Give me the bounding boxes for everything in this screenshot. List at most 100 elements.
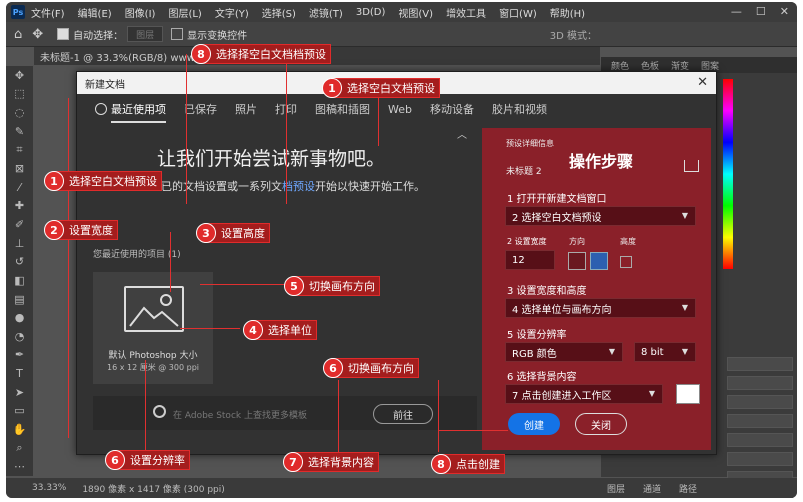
tab-color[interactable]: 颜色 bbox=[611, 59, 629, 72]
menu-3d[interactable]: 3D(D) bbox=[356, 7, 386, 18]
healing-icon[interactable]: ✚ bbox=[12, 198, 27, 213]
menu-view[interactable]: 视图(V) bbox=[398, 5, 433, 20]
marquee-icon[interactable]: ⬚ bbox=[12, 87, 27, 102]
close-button[interactable]: 关闭 bbox=[575, 413, 627, 435]
create-button[interactable]: 创建 bbox=[508, 413, 560, 435]
tab-patterns[interactable]: 图案 bbox=[701, 59, 719, 72]
tab-gradients[interactable]: 渐变 bbox=[671, 59, 689, 72]
portrait-orientation-icon[interactable] bbox=[568, 252, 586, 270]
photoshop-logo-icon: Ps bbox=[11, 5, 25, 19]
property-row[interactable] bbox=[727, 433, 793, 447]
lasso-icon[interactable]: ◌ bbox=[12, 105, 27, 120]
eraser-icon[interactable]: ◧ bbox=[12, 273, 27, 288]
menu-help[interactable]: 帮助(H) bbox=[550, 5, 585, 20]
menu-edit[interactable]: 编辑(E) bbox=[78, 5, 112, 20]
property-row[interactable] bbox=[727, 452, 793, 466]
3d-mode-label: 3D 模式： bbox=[549, 30, 597, 42]
chevron-down-icon: ▼ bbox=[608, 347, 615, 356]
move-icon[interactable]: ✥ bbox=[12, 68, 27, 83]
color-mode-value: RGB 颜色 bbox=[512, 348, 557, 360]
rectangle-icon[interactable]: ▭ bbox=[12, 404, 27, 419]
callout-leader-line bbox=[438, 430, 508, 431]
tab-layers[interactable]: 图层 bbox=[607, 482, 625, 498]
property-row[interactable] bbox=[727, 414, 793, 428]
properties-rows bbox=[727, 357, 793, 498]
auto-select-checkbox[interactable] bbox=[57, 28, 70, 40]
path-select-icon[interactable]: ➤ bbox=[12, 385, 27, 400]
pen-icon[interactable]: ✒ bbox=[12, 348, 27, 363]
gradient-icon[interactable]: ▤ bbox=[12, 292, 27, 307]
tab-photo[interactable]: 照片 bbox=[235, 101, 257, 117]
preset-select[interactable]: 2 选择空白文档预设 ▼ bbox=[505, 206, 696, 226]
callout-background-content: 7 选择背景内容 bbox=[283, 452, 379, 472]
menu-layer[interactable]: 图层(L) bbox=[168, 5, 201, 20]
chevron-down-icon: ▼ bbox=[681, 303, 688, 312]
minimize-icon[interactable]: — bbox=[731, 5, 742, 18]
blur-icon[interactable]: ● bbox=[12, 310, 27, 325]
history-brush-icon[interactable]: ↺ bbox=[12, 254, 27, 269]
callout-number: 6 bbox=[323, 358, 343, 378]
type-icon[interactable]: T bbox=[12, 366, 27, 381]
property-row[interactable] bbox=[727, 395, 793, 409]
maximize-icon[interactable]: ☐ bbox=[756, 5, 766, 18]
callout-number: 6 bbox=[105, 450, 125, 470]
move-tool-icon[interactable]: ✥ bbox=[32, 27, 43, 42]
tab-channels[interactable]: 通道 bbox=[643, 482, 661, 498]
dodge-icon[interactable]: ◔ bbox=[12, 329, 27, 344]
document-name-field[interactable]: 未标题 2 bbox=[506, 164, 542, 177]
hue-slider[interactable] bbox=[723, 79, 733, 269]
width-input[interactable]: 12 bbox=[505, 250, 555, 270]
property-row[interactable] bbox=[727, 376, 793, 390]
menu-window[interactable]: 窗口(W) bbox=[499, 5, 537, 20]
height-label: 高度 bbox=[620, 237, 636, 246]
collapse-chevron-icon[interactable]: ︿ bbox=[457, 126, 467, 141]
more-tools-icon[interactable]: ⋯ bbox=[12, 459, 27, 474]
frame-icon[interactable]: ⊠ bbox=[12, 161, 27, 176]
tab-paths[interactable]: 路径 bbox=[679, 482, 697, 498]
adobe-stock-bar: 在 Adobe Stock 上查找更多模板 前往 bbox=[93, 396, 477, 430]
menu-filter[interactable]: 滤镜(T) bbox=[309, 5, 343, 20]
menu-plugins[interactable]: 增效工具 bbox=[446, 5, 486, 20]
property-row[interactable] bbox=[727, 357, 793, 371]
units-select[interactable]: 4 选择单位与画布方向 ▼ bbox=[505, 298, 696, 318]
dialog-close-icon[interactable]: ✕ bbox=[697, 75, 708, 90]
tab-film-video[interactable]: 胶片和视频 bbox=[492, 101, 547, 117]
tab-art-illustration[interactable]: 图稿和插图 bbox=[315, 101, 370, 117]
callout-text: 选择背景内容 bbox=[308, 456, 374, 469]
artboard-checkbox[interactable] bbox=[620, 256, 632, 268]
eyedropper-icon[interactable]: ⁄ bbox=[12, 180, 27, 195]
stock-search-input[interactable]: 在 Adobe Stock 上查找更多模板 bbox=[173, 408, 307, 421]
zoom-level[interactable]: 33.33% bbox=[32, 483, 66, 493]
callout-number: 1 bbox=[44, 171, 64, 191]
zoom-icon[interactable]: ⌕ bbox=[12, 441, 27, 456]
callout-set-resolution: 6 设置分辨率 bbox=[105, 450, 190, 470]
home-icon[interactable]: ⌂ bbox=[14, 27, 22, 42]
crop-icon[interactable]: ⌗ bbox=[12, 143, 27, 158]
tab-swatches[interactable]: 色板 bbox=[641, 59, 659, 72]
quick-select-icon[interactable]: ✎ bbox=[12, 124, 27, 139]
stamp-icon[interactable]: ⊥ bbox=[12, 236, 27, 251]
brush-icon[interactable]: ✐ bbox=[12, 217, 27, 232]
chevron-down-icon: ▼ bbox=[648, 389, 655, 398]
background-select[interactable]: 7 点击创建进入工作区 ▼ bbox=[505, 384, 663, 404]
tab-mobile[interactable]: 移动设备 bbox=[430, 101, 474, 117]
color-mode-select[interactable]: RGB 颜色 ▼ bbox=[505, 342, 623, 362]
auto-select-dropdown[interactable]: 图层 bbox=[127, 26, 164, 42]
layers-panel-tabs: 图层 通道 路径 bbox=[601, 482, 797, 498]
tab-recent[interactable]: 最近使用项 bbox=[111, 101, 166, 123]
go-button[interactable]: 前往 bbox=[373, 404, 433, 424]
background-color-swatch[interactable] bbox=[676, 384, 700, 404]
hand-icon[interactable]: ✋ bbox=[12, 422, 27, 437]
menu-select[interactable]: 选择(S) bbox=[262, 5, 296, 20]
bit-depth-select[interactable]: 8 bit ▼ bbox=[634, 342, 696, 362]
menu-image[interactable]: 图像(I) bbox=[125, 5, 156, 20]
menu-file[interactable]: 文件(F) bbox=[31, 5, 65, 20]
callout-text: 设置宽度 bbox=[69, 224, 113, 237]
close-window-icon[interactable]: ✕ bbox=[780, 5, 789, 18]
landscape-orientation-icon[interactable] bbox=[590, 252, 608, 270]
tab-saved[interactable]: 已保存 bbox=[184, 101, 217, 117]
save-preset-icon[interactable] bbox=[684, 160, 699, 172]
tab-web[interactable]: Web bbox=[388, 103, 412, 116]
show-transform-checkbox[interactable] bbox=[171, 28, 184, 40]
menu-type[interactable]: 文字(Y) bbox=[215, 5, 249, 20]
